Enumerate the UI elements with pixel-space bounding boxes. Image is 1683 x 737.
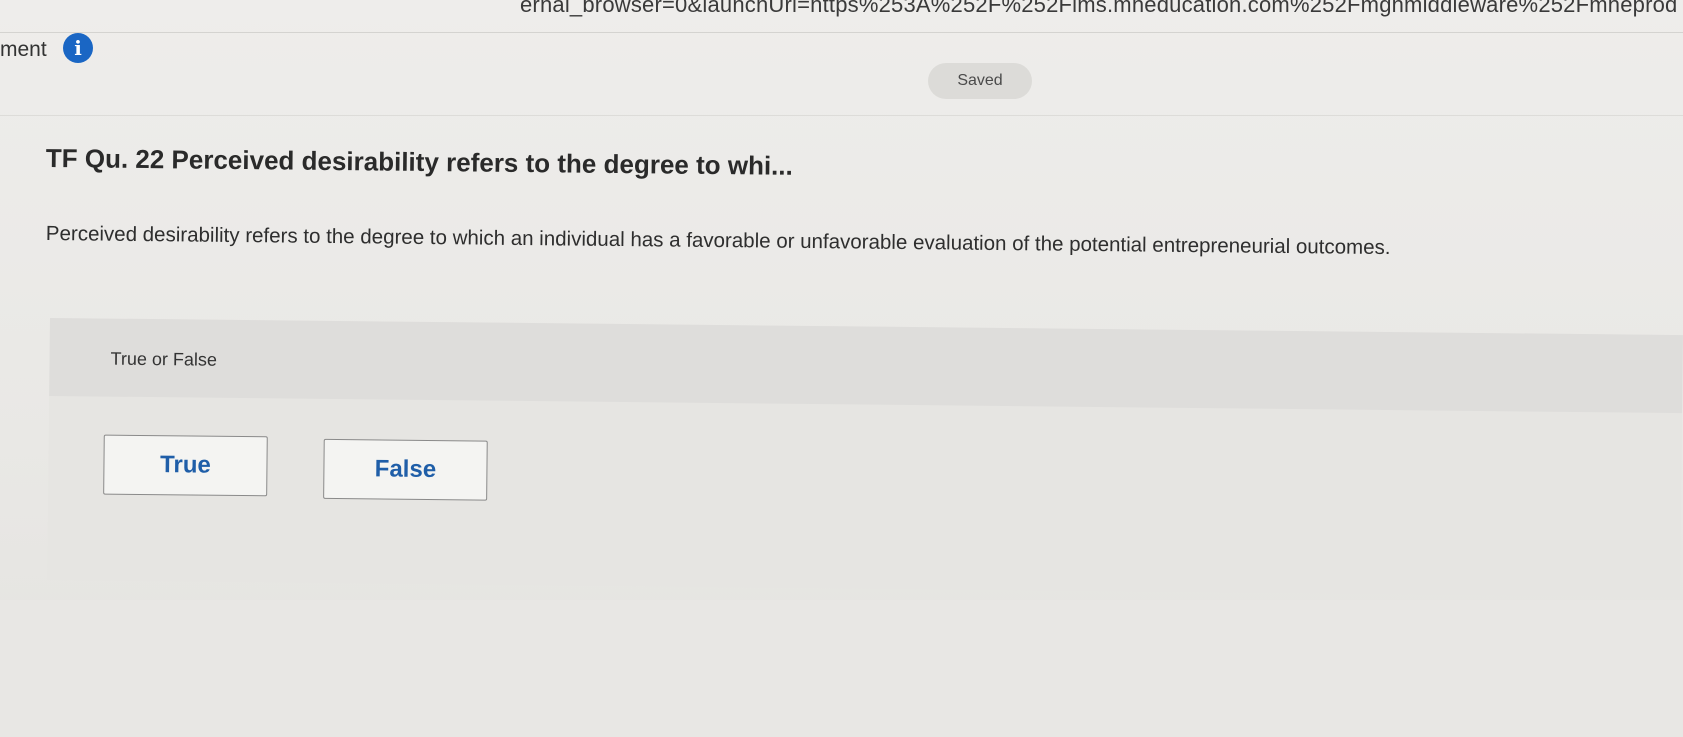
- choice-true-button[interactable]: True: [103, 434, 268, 497]
- header-divider: [0, 115, 1683, 116]
- question-prompt: Perceived desirability refers to the deg…: [45, 222, 1391, 260]
- choice-false-button[interactable]: False: [323, 438, 488, 501]
- info-icon[interactable]: i: [63, 33, 93, 63]
- answer-type-label: True or False: [110, 348, 218, 370]
- assignment-page: ernal_browser=0&launchUrl=https%253A%252…: [0, 0, 1683, 737]
- url-divider: [0, 32, 1683, 33]
- answer-panel-header: True or False: [49, 318, 1683, 414]
- browser-url-bar[interactable]: ernal_browser=0&launchUrl=https%253A%252…: [520, 0, 1683, 26]
- page-footer-area: [0, 600, 1683, 737]
- answer-panel: True or False True False: [47, 318, 1683, 598]
- saved-status-badge: Saved: [928, 63, 1032, 99]
- question-title: TF Qu. 22 Perceived desirability refers …: [45, 143, 793, 181]
- assignment-header-label: ment: [0, 38, 47, 61]
